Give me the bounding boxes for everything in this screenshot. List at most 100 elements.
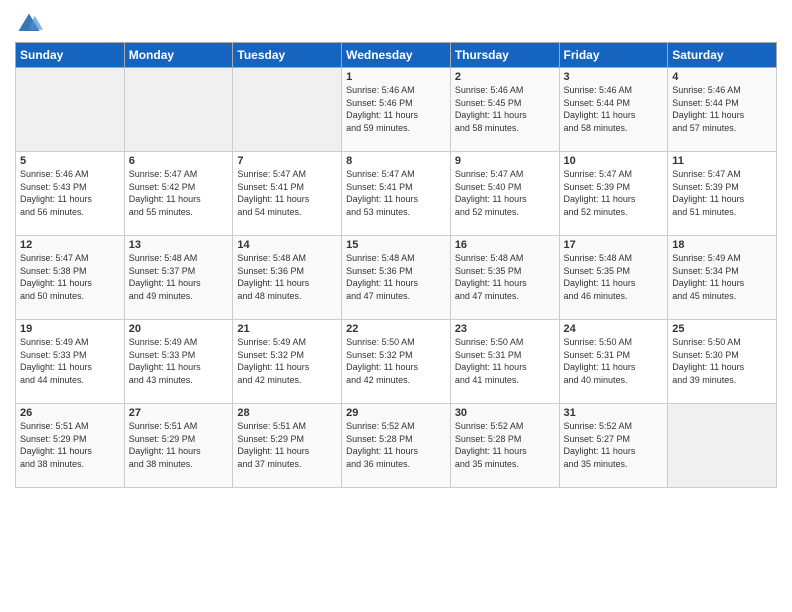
calendar-cell: 27Sunrise: 5:51 AM Sunset: 5:29 PM Dayli… — [124, 404, 233, 488]
day-info: Sunrise: 5:51 AM Sunset: 5:29 PM Dayligh… — [237, 420, 337, 470]
day-number: 24 — [564, 323, 664, 335]
calendar-cell: 30Sunrise: 5:52 AM Sunset: 5:28 PM Dayli… — [450, 404, 559, 488]
calendar-cell: 15Sunrise: 5:48 AM Sunset: 5:36 PM Dayli… — [342, 236, 451, 320]
calendar-cell: 14Sunrise: 5:48 AM Sunset: 5:36 PM Dayli… — [233, 236, 342, 320]
calendar-cell — [668, 404, 777, 488]
day-number: 20 — [129, 323, 229, 335]
day-number: 28 — [237, 407, 337, 419]
calendar-week-5: 26Sunrise: 5:51 AM Sunset: 5:29 PM Dayli… — [16, 404, 777, 488]
day-number: 23 — [455, 323, 555, 335]
day-info: Sunrise: 5:48 AM Sunset: 5:35 PM Dayligh… — [564, 252, 664, 302]
day-info: Sunrise: 5:47 AM Sunset: 5:41 PM Dayligh… — [237, 168, 337, 218]
calendar-cell: 16Sunrise: 5:48 AM Sunset: 5:35 PM Dayli… — [450, 236, 559, 320]
day-number: 26 — [20, 407, 120, 419]
day-number: 16 — [455, 239, 555, 251]
day-number: 15 — [346, 239, 446, 251]
day-info: Sunrise: 5:47 AM Sunset: 5:39 PM Dayligh… — [672, 168, 772, 218]
day-number: 5 — [20, 155, 120, 167]
day-info: Sunrise: 5:50 AM Sunset: 5:30 PM Dayligh… — [672, 336, 772, 386]
day-number: 4 — [672, 71, 772, 83]
calendar-cell: 9Sunrise: 5:47 AM Sunset: 5:40 PM Daylig… — [450, 152, 559, 236]
day-info: Sunrise: 5:46 AM Sunset: 5:46 PM Dayligh… — [346, 84, 446, 134]
calendar-cell — [233, 68, 342, 152]
calendar-cell: 22Sunrise: 5:50 AM Sunset: 5:32 PM Dayli… — [342, 320, 451, 404]
calendar-cell: 26Sunrise: 5:51 AM Sunset: 5:29 PM Dayli… — [16, 404, 125, 488]
day-info: Sunrise: 5:47 AM Sunset: 5:38 PM Dayligh… — [20, 252, 120, 302]
logo-icon — [15, 10, 43, 38]
day-info: Sunrise: 5:47 AM Sunset: 5:42 PM Dayligh… — [129, 168, 229, 218]
day-info: Sunrise: 5:47 AM Sunset: 5:40 PM Dayligh… — [455, 168, 555, 218]
calendar-cell: 8Sunrise: 5:47 AM Sunset: 5:41 PM Daylig… — [342, 152, 451, 236]
day-info: Sunrise: 5:48 AM Sunset: 5:37 PM Dayligh… — [129, 252, 229, 302]
day-info: Sunrise: 5:46 AM Sunset: 5:44 PM Dayligh… — [564, 84, 664, 134]
weekday-header-monday: Monday — [124, 43, 233, 68]
calendar-week-2: 5Sunrise: 5:46 AM Sunset: 5:43 PM Daylig… — [16, 152, 777, 236]
day-number: 10 — [564, 155, 664, 167]
day-info: Sunrise: 5:48 AM Sunset: 5:36 PM Dayligh… — [346, 252, 446, 302]
day-number: 1 — [346, 71, 446, 83]
calendar-cell: 5Sunrise: 5:46 AM Sunset: 5:43 PM Daylig… — [16, 152, 125, 236]
day-number: 17 — [564, 239, 664, 251]
main-container: SundayMondayTuesdayWednesdayThursdayFrid… — [0, 0, 792, 498]
day-number: 12 — [20, 239, 120, 251]
day-info: Sunrise: 5:47 AM Sunset: 5:41 PM Dayligh… — [346, 168, 446, 218]
weekday-header-tuesday: Tuesday — [233, 43, 342, 68]
calendar-cell: 29Sunrise: 5:52 AM Sunset: 5:28 PM Dayli… — [342, 404, 451, 488]
day-info: Sunrise: 5:52 AM Sunset: 5:27 PM Dayligh… — [564, 420, 664, 470]
day-info: Sunrise: 5:47 AM Sunset: 5:39 PM Dayligh… — [564, 168, 664, 218]
calendar-cell: 12Sunrise: 5:47 AM Sunset: 5:38 PM Dayli… — [16, 236, 125, 320]
day-number: 18 — [672, 239, 772, 251]
day-info: Sunrise: 5:50 AM Sunset: 5:31 PM Dayligh… — [455, 336, 555, 386]
weekday-header-sunday: Sunday — [16, 43, 125, 68]
calendar-cell — [16, 68, 125, 152]
calendar-cell: 25Sunrise: 5:50 AM Sunset: 5:30 PM Dayli… — [668, 320, 777, 404]
day-info: Sunrise: 5:49 AM Sunset: 5:33 PM Dayligh… — [20, 336, 120, 386]
calendar-week-4: 19Sunrise: 5:49 AM Sunset: 5:33 PM Dayli… — [16, 320, 777, 404]
day-number: 7 — [237, 155, 337, 167]
day-info: Sunrise: 5:49 AM Sunset: 5:33 PM Dayligh… — [129, 336, 229, 386]
calendar-cell: 20Sunrise: 5:49 AM Sunset: 5:33 PM Dayli… — [124, 320, 233, 404]
calendar-week-3: 12Sunrise: 5:47 AM Sunset: 5:38 PM Dayli… — [16, 236, 777, 320]
day-info: Sunrise: 5:52 AM Sunset: 5:28 PM Dayligh… — [455, 420, 555, 470]
day-info: Sunrise: 5:50 AM Sunset: 5:32 PM Dayligh… — [346, 336, 446, 386]
calendar-cell: 28Sunrise: 5:51 AM Sunset: 5:29 PM Dayli… — [233, 404, 342, 488]
calendar-cell: 6Sunrise: 5:47 AM Sunset: 5:42 PM Daylig… — [124, 152, 233, 236]
day-info: Sunrise: 5:49 AM Sunset: 5:34 PM Dayligh… — [672, 252, 772, 302]
day-number: 21 — [237, 323, 337, 335]
day-number: 31 — [564, 407, 664, 419]
day-info: Sunrise: 5:49 AM Sunset: 5:32 PM Dayligh… — [237, 336, 337, 386]
weekday-header-thursday: Thursday — [450, 43, 559, 68]
calendar-cell: 13Sunrise: 5:48 AM Sunset: 5:37 PM Dayli… — [124, 236, 233, 320]
day-number: 3 — [564, 71, 664, 83]
day-info: Sunrise: 5:46 AM Sunset: 5:43 PM Dayligh… — [20, 168, 120, 218]
day-number: 2 — [455, 71, 555, 83]
calendar-week-1: 1Sunrise: 5:46 AM Sunset: 5:46 PM Daylig… — [16, 68, 777, 152]
calendar-cell: 21Sunrise: 5:49 AM Sunset: 5:32 PM Dayli… — [233, 320, 342, 404]
day-number: 13 — [129, 239, 229, 251]
day-number: 9 — [455, 155, 555, 167]
day-number: 19 — [20, 323, 120, 335]
header — [15, 10, 777, 38]
calendar-table: SundayMondayTuesdayWednesdayThursdayFrid… — [15, 42, 777, 488]
weekday-header-saturday: Saturday — [668, 43, 777, 68]
day-number: 25 — [672, 323, 772, 335]
day-info: Sunrise: 5:50 AM Sunset: 5:31 PM Dayligh… — [564, 336, 664, 386]
calendar-cell: 2Sunrise: 5:46 AM Sunset: 5:45 PM Daylig… — [450, 68, 559, 152]
day-number: 29 — [346, 407, 446, 419]
calendar-cell: 4Sunrise: 5:46 AM Sunset: 5:44 PM Daylig… — [668, 68, 777, 152]
day-info: Sunrise: 5:52 AM Sunset: 5:28 PM Dayligh… — [346, 420, 446, 470]
calendar-cell: 19Sunrise: 5:49 AM Sunset: 5:33 PM Dayli… — [16, 320, 125, 404]
calendar-cell: 17Sunrise: 5:48 AM Sunset: 5:35 PM Dayli… — [559, 236, 668, 320]
day-number: 30 — [455, 407, 555, 419]
day-number: 11 — [672, 155, 772, 167]
day-info: Sunrise: 5:51 AM Sunset: 5:29 PM Dayligh… — [20, 420, 120, 470]
calendar-cell: 24Sunrise: 5:50 AM Sunset: 5:31 PM Dayli… — [559, 320, 668, 404]
day-number: 22 — [346, 323, 446, 335]
calendar-cell: 3Sunrise: 5:46 AM Sunset: 5:44 PM Daylig… — [559, 68, 668, 152]
day-number: 14 — [237, 239, 337, 251]
day-info: Sunrise: 5:48 AM Sunset: 5:36 PM Dayligh… — [237, 252, 337, 302]
calendar-cell: 7Sunrise: 5:47 AM Sunset: 5:41 PM Daylig… — [233, 152, 342, 236]
calendar-cell: 18Sunrise: 5:49 AM Sunset: 5:34 PM Dayli… — [668, 236, 777, 320]
calendar-cell: 11Sunrise: 5:47 AM Sunset: 5:39 PM Dayli… — [668, 152, 777, 236]
calendar-cell: 31Sunrise: 5:52 AM Sunset: 5:27 PM Dayli… — [559, 404, 668, 488]
